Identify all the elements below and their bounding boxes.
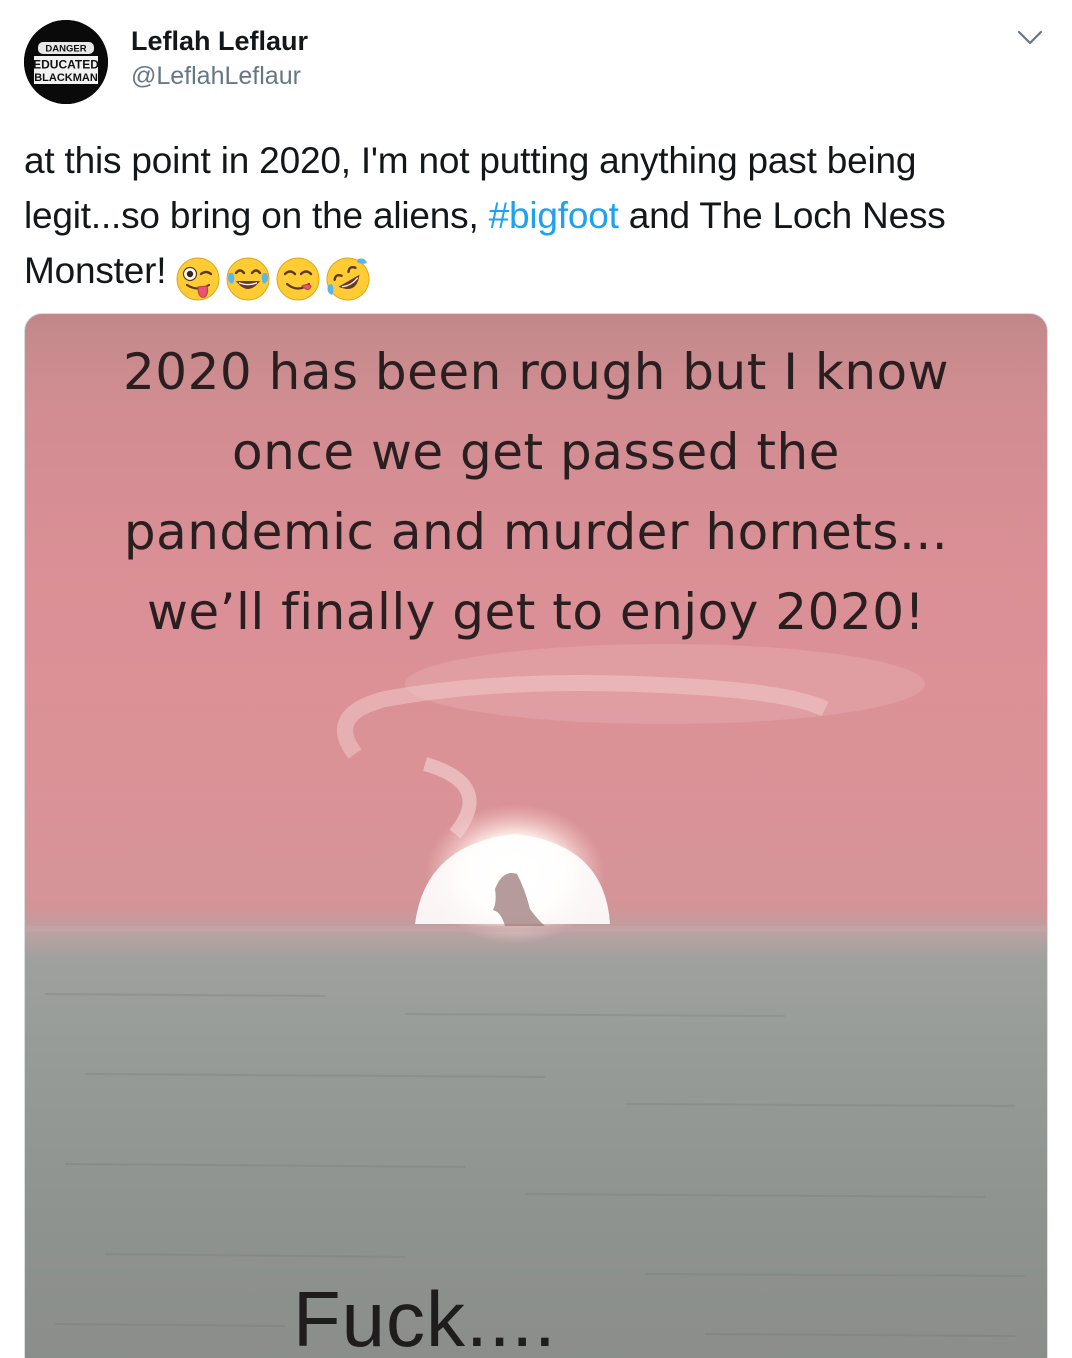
meme-caption-line: 2020 has been rough but I know — [122, 343, 949, 401]
tweet-text: at this point in 2020, I'm not putting a… — [24, 133, 1054, 304]
winking-face-with-tongue-icon — [176, 257, 220, 301]
rolling-on-the-floor-laughing-icon — [326, 257, 370, 301]
display-name[interactable]: Leflah Leflaur — [131, 26, 308, 57]
face-with-tears-of-joy-icon — [226, 257, 270, 301]
face-savoring-food-icon — [276, 257, 320, 301]
meme-caption-line: pandemic and murder hornets... — [123, 503, 949, 561]
meme-punchline: Fuck.... — [293, 1275, 557, 1358]
hashtag-link[interactable]: #bigfoot — [489, 195, 619, 236]
svg-text:DANGER: DANGER — [45, 44, 86, 55]
avatar[interactable]: DANGER EDUCATED BLACKMAN — [24, 20, 108, 104]
tweet-media-image[interactable]: 2020 has been rough but I know once we g… — [24, 313, 1048, 1358]
emoji-row — [174, 249, 374, 304]
tweet: DANGER EDUCATED BLACKMAN Leflah Leflaur … — [0, 0, 1072, 1358]
svg-text:BLACKMAN: BLACKMAN — [34, 72, 98, 84]
chevron-down-icon[interactable] — [1014, 26, 1046, 50]
svg-text:EDUCATED: EDUCATED — [33, 58, 99, 72]
user-handle[interactable]: @LeflahLeflaur — [131, 62, 301, 91]
meme-caption-line: we’ll finally get to enjoy 2020! — [146, 583, 926, 641]
avatar-image: DANGER EDUCATED BLACKMAN — [24, 20, 108, 104]
meme-caption-line: once we get passed the — [232, 423, 840, 481]
meme-caption: 2020 has been rough but I know once we g… — [25, 332, 1047, 652]
